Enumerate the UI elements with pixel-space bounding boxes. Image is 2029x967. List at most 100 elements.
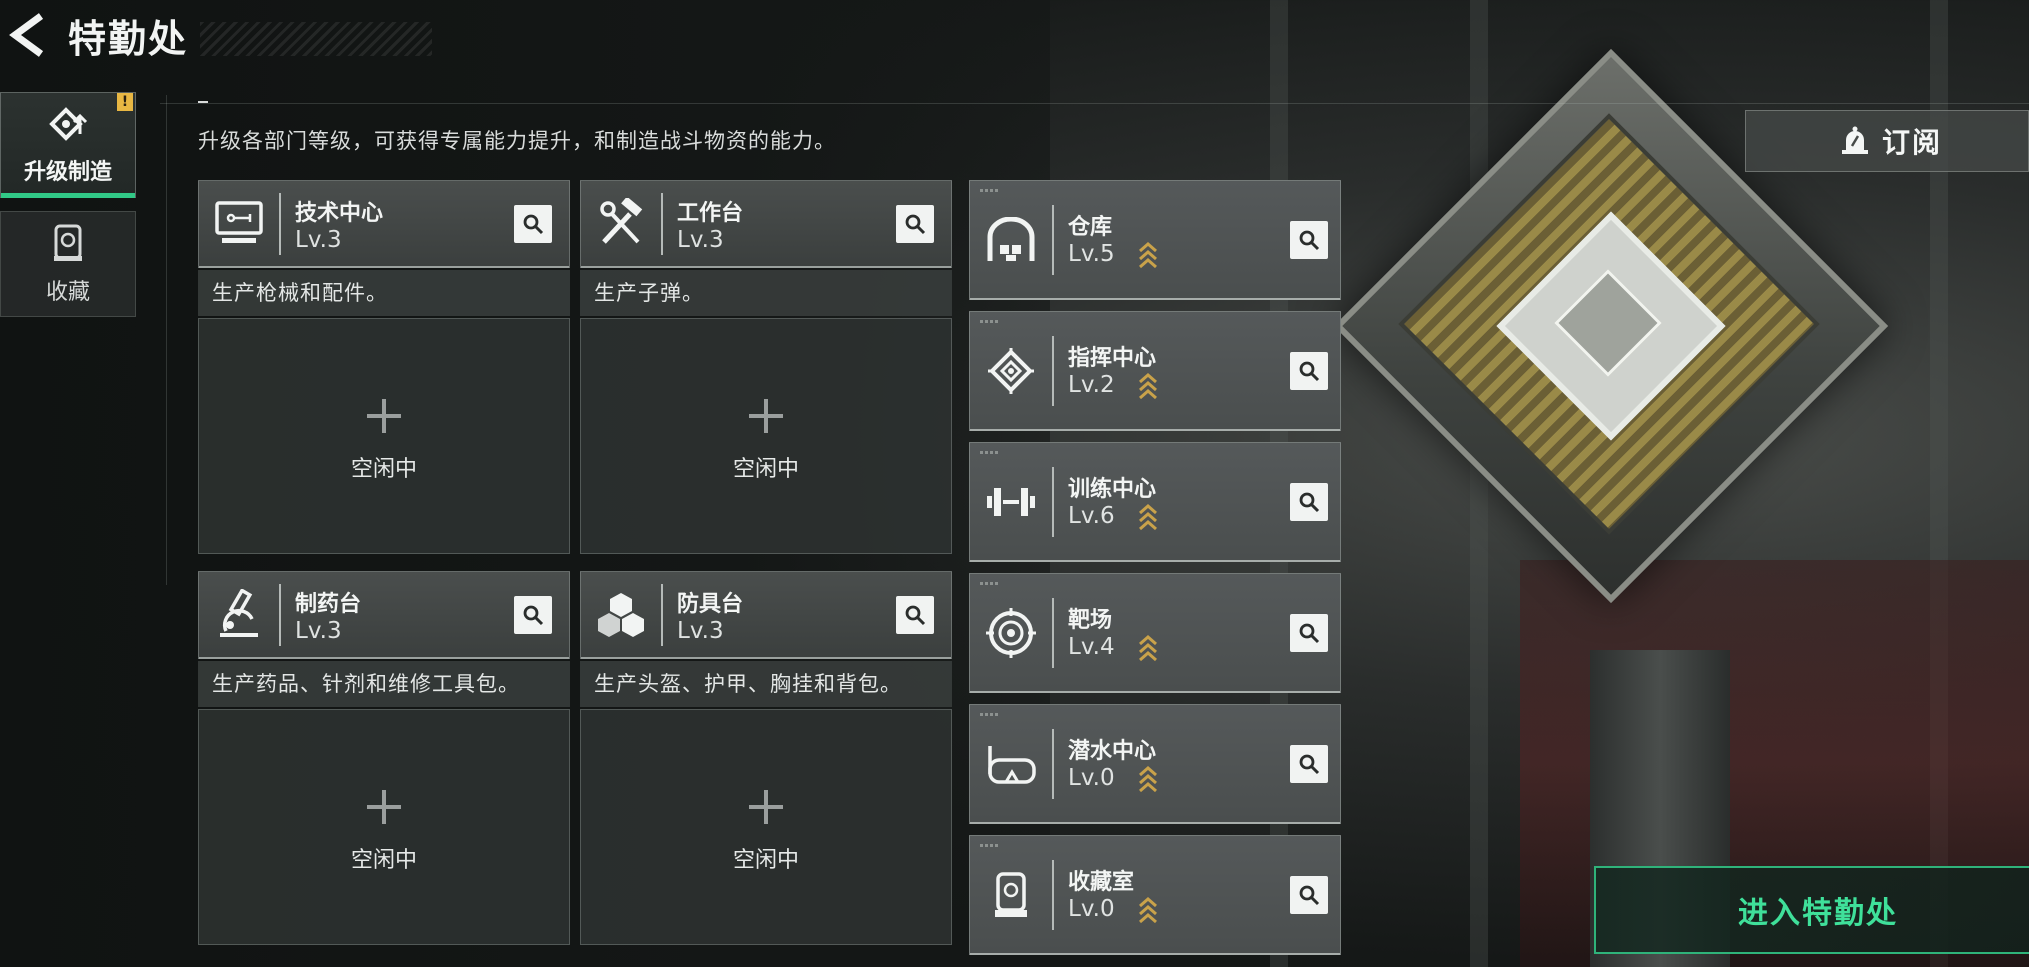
dept-card-command-center[interactable]: 指挥中心 Lv.2	[969, 311, 1341, 431]
upgrade-arrow-icon	[1139, 635, 1157, 662]
nav-item-upgrade[interactable]: ! 升级制造	[0, 92, 136, 198]
monitor-icon	[211, 195, 267, 251]
search-icon	[905, 214, 926, 235]
inspect-button[interactable]	[1290, 221, 1328, 259]
search-icon	[1299, 754, 1320, 775]
enter-special-ops-button[interactable]: 进入特勤处	[1594, 866, 2029, 954]
display-case-icon	[982, 866, 1040, 924]
subscribe-label: 订阅	[1882, 126, 1943, 159]
dept-card-warehouse[interactable]: 仓库 Lv.5	[969, 180, 1341, 300]
enter-button-label: 进入特勤处	[1738, 896, 1898, 931]
workshop-description: 生产枪械和配件。	[198, 270, 570, 316]
title-decoration	[200, 22, 432, 56]
divider-mark	[198, 101, 208, 103]
subscribe-button[interactable]: 订阅	[1745, 110, 2029, 172]
nav-label-upgrade: 升级制造	[23, 160, 112, 185]
dept-level: Lv.2	[1068, 372, 1115, 398]
upgrade-arrow-icon	[1139, 897, 1157, 924]
production-slot[interactable]: 空闲中	[198, 318, 570, 554]
page-description: 升级各部门等级，可获得专属能力提升，和制造战斗物资的能力。	[198, 129, 836, 153]
workshop-name: 技术中心	[295, 201, 384, 226]
upgrade-arrow-icon	[1139, 242, 1157, 269]
bell-icon	[1842, 126, 1868, 154]
workshop-description: 生产子弹。	[580, 270, 952, 316]
warehouse-icon	[982, 211, 1040, 269]
page-title: 特勤处	[68, 16, 189, 61]
production-slot[interactable]: 空闲中	[580, 709, 952, 945]
plus-icon	[749, 790, 783, 824]
back-arrow-icon	[9, 13, 44, 57]
header: 特勤处	[0, 0, 440, 70]
dept-level: Lv.5	[1068, 241, 1115, 267]
workshop-card-workbench: 工作台 Lv.3 生产子弹。 空闲中	[580, 180, 954, 570]
workshop-header[interactable]: 技术中心 Lv.3	[198, 180, 570, 268]
workshop-header[interactable]: 工作台 Lv.3	[580, 180, 952, 268]
workshop-level: Lv.3	[295, 227, 342, 253]
upgrade-arrow-icon	[1139, 504, 1157, 531]
workshop-name: 工作台	[677, 201, 744, 226]
search-icon	[905, 605, 926, 626]
slot-status: 空闲中	[732, 848, 799, 873]
slot-status: 空闲中	[350, 457, 417, 482]
search-icon	[1299, 623, 1320, 644]
search-icon	[1299, 230, 1320, 251]
dept-level: Lv.0	[1068, 765, 1115, 791]
upgrade-arrow-icon	[1139, 373, 1157, 400]
search-icon	[1299, 361, 1320, 382]
vertical-divider	[166, 95, 167, 585]
production-slot[interactable]: 空闲中	[198, 709, 570, 945]
dept-name: 指挥中心	[1068, 346, 1157, 371]
chip-icon	[982, 342, 1040, 400]
search-icon	[523, 605, 544, 626]
workshop-header[interactable]: 制药台 Lv.3	[198, 571, 570, 659]
dept-name: 靶场	[1068, 608, 1113, 633]
nav-label-collection: 收藏	[45, 280, 90, 305]
inspect-button[interactable]	[1290, 876, 1328, 914]
diving-mask-icon	[982, 735, 1040, 793]
inspect-button[interactable]	[896, 596, 934, 634]
workshop-card-tech-center: 技术中心 Lv.3 生产枪械和配件。 空闲中	[198, 180, 572, 570]
production-slot[interactable]: 空闲中	[580, 318, 952, 554]
dept-name: 训练中心	[1068, 477, 1157, 502]
inspect-button[interactable]	[1290, 745, 1328, 783]
divider-line	[160, 103, 2029, 104]
inspect-button[interactable]	[514, 205, 552, 243]
plus-icon	[367, 399, 401, 433]
dept-level: Lv.6	[1068, 503, 1115, 529]
slot-status: 空闲中	[350, 848, 417, 873]
upgrade-arrow-icon	[1139, 766, 1157, 793]
dept-name: 收藏室	[1068, 870, 1135, 895]
dept-level: Lv.4	[1068, 634, 1115, 660]
inspect-button[interactable]	[514, 596, 552, 634]
inspect-button[interactable]	[1290, 483, 1328, 521]
workshop-name: 制药台	[295, 592, 362, 617]
dept-card-collection-room[interactable]: 收藏室 Lv.0	[969, 835, 1341, 955]
slot-status: 空闲中	[732, 457, 799, 482]
plus-icon	[749, 399, 783, 433]
workshop-level: Lv.3	[677, 227, 724, 253]
dept-card-shooting-range[interactable]: 靶场 Lv.4	[969, 573, 1341, 693]
collection-icon	[54, 224, 82, 261]
workshop-header[interactable]: 防具台 Lv.3	[580, 571, 952, 659]
dept-card-diving-center[interactable]: 潜水中心 Lv.0	[969, 704, 1341, 824]
cubes-icon	[593, 586, 649, 642]
target-icon	[982, 604, 1040, 662]
search-icon	[523, 214, 544, 235]
side-nav: ! 升级制造 收藏	[0, 92, 138, 330]
inspect-button[interactable]	[1290, 614, 1328, 652]
dept-card-training-center[interactable]: 训练中心 Lv.6	[969, 442, 1341, 562]
microscope-icon	[211, 586, 267, 642]
back-button[interactable]	[2, 5, 52, 65]
workshop-card-armor: 防具台 Lv.3 生产头盔、护甲、胸挂和背包。 空闲中	[580, 571, 954, 961]
inspect-button[interactable]	[1290, 352, 1328, 390]
nav-item-collection[interactable]: 收藏	[0, 211, 136, 317]
workshop-description: 生产药品、针剂和维修工具包。	[198, 661, 570, 707]
plus-icon	[367, 790, 401, 824]
workshop-level: Lv.3	[295, 618, 342, 644]
dept-name: 仓库	[1068, 215, 1113, 240]
alert-badge: !	[117, 93, 133, 111]
workshop-name: 防具台	[677, 592, 744, 617]
workshop-description: 生产头盔、护甲、胸挂和背包。	[580, 661, 952, 707]
tools-icon	[593, 195, 649, 251]
inspect-button[interactable]	[896, 205, 934, 243]
